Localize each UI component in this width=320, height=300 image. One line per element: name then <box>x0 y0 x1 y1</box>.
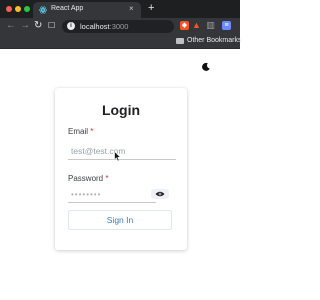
browser-toolbar: ← → ↻ ☐ i localhost:3000 ◆ ▲ ▥ ≡ <box>0 18 240 35</box>
react-icon <box>39 6 47 14</box>
bookmarks-bar: Other Bookmarks <box>0 35 241 49</box>
tab-title: React App <box>51 5 84 12</box>
brave-shield-icon[interactable]: ◆ <box>180 21 189 30</box>
address-bar[interactable]: i localhost:3000 <box>62 20 174 33</box>
other-bookmarks-link[interactable]: Other Bookmarks <box>187 37 241 44</box>
extensions-icon[interactable]: ▥ <box>206 21 215 30</box>
email-label: Email * <box>68 127 93 136</box>
tab-close-icon[interactable]: × <box>129 4 134 14</box>
email-required-marker: * <box>90 127 94 136</box>
mouse-cursor-icon <box>114 151 121 162</box>
moon-icon[interactable] <box>201 62 211 72</box>
new-tab-button[interactable]: + <box>148 2 154 14</box>
password-field[interactable] <box>68 186 156 203</box>
url-host: localhost <box>80 22 110 31</box>
site-info-icon[interactable]: i <box>67 22 75 30</box>
browser-menu-icon[interactable]: ≡ <box>222 21 231 30</box>
bookmark-icon[interactable]: ☐ <box>48 20 55 32</box>
eye-icon <box>155 191 165 197</box>
browser-chrome: React App × + ← → ↻ ☐ i localhost:3000 ◆… <box>0 0 241 49</box>
browser-tab[interactable]: React App × <box>33 2 141 18</box>
url-port: :3000 <box>109 22 129 31</box>
window-minimize-button[interactable] <box>15 6 21 12</box>
password-label: Password * <box>68 174 108 183</box>
password-label-text: Password <box>68 174 104 183</box>
email-field[interactable] <box>68 143 176 160</box>
email-label-text: Email <box>68 127 89 136</box>
forward-icon[interactable]: → <box>20 20 30 32</box>
folder-icon <box>176 38 184 44</box>
password-required-marker: * <box>105 174 109 183</box>
login-card: Login Email * Password * Sign In <box>55 88 187 250</box>
reload-icon[interactable]: ↻ <box>34 20 42 32</box>
back-icon[interactable]: ← <box>6 20 16 32</box>
login-title: Login <box>101 102 141 118</box>
browser-titlebar: React App × + <box>0 0 240 18</box>
show-password-button[interactable] <box>151 189 169 199</box>
brave-rewards-icon[interactable]: ▲ <box>192 21 201 30</box>
sign-in-button[interactable]: Sign In <box>68 210 172 230</box>
window-maximize-button[interactable] <box>24 6 30 12</box>
window-close-button[interactable] <box>6 6 12 12</box>
address-url: localhost:3000 <box>80 22 128 31</box>
